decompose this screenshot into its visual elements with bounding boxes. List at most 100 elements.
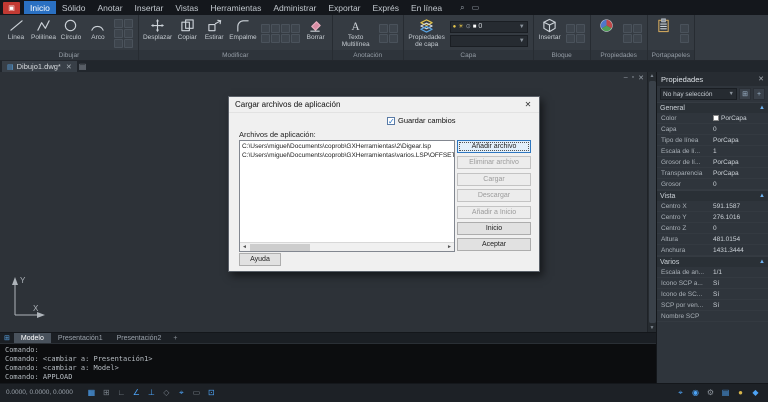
ribbon-mini-tool-icon[interactable] [270, 34, 280, 43]
property-value[interactable]: Sí [713, 280, 768, 287]
tool-arco[interactable]: Arco [85, 17, 111, 50]
menu-item-exportar[interactable]: Exportar [322, 1, 366, 14]
aceptar-button[interactable]: Aceptar [457, 238, 531, 252]
property-value[interactable]: Sí [713, 302, 768, 309]
window-icon[interactable]: ▭ [472, 3, 480, 13]
snap-icon[interactable]: ⊞ [100, 386, 113, 399]
workspace-icon[interactable]: ◉ [689, 386, 702, 399]
ribbon-mini-tool-icon[interactable] [113, 39, 123, 48]
property-value[interactable]: PorCapa [713, 159, 768, 166]
scroll-down-icon[interactable]: ▼ [650, 325, 655, 331]
tool-linea[interactable]: Línea [3, 17, 29, 50]
document-tab[interactable]: ▤ Dibujo1.dwg* ✕ [2, 61, 77, 72]
scrollbar-thumb[interactable] [250, 243, 310, 251]
file-list-horizontal-scrollbar[interactable]: ◄ ► [240, 242, 454, 251]
property-value[interactable]: PorCapa [713, 137, 768, 144]
tool-polilinea[interactable]: Polilínea [30, 17, 57, 50]
ribbon-mini-tool-icon[interactable] [113, 19, 123, 28]
isolate-objects-icon[interactable]: ● [734, 386, 747, 399]
menu-item-vistas[interactable]: Vistas [169, 1, 204, 14]
section-collapse-icon[interactable]: ▲ [759, 193, 765, 199]
save-changes-checkbox[interactable]: ✓ [387, 116, 395, 125]
ribbon-mini-tool-icon[interactable] [123, 29, 133, 38]
tool-insertar[interactable]: Insertar [537, 17, 563, 50]
ribbon-mini-tool-icon[interactable] [622, 34, 632, 43]
scrollbar-thumb[interactable] [648, 81, 656, 323]
restore-icon[interactable]: ▫ [632, 74, 634, 82]
ribbon-mini-tool-icon[interactable] [388, 34, 398, 43]
new-document-tab-icon[interactable]: ▤ [79, 62, 87, 71]
ribbon-mini-tool-icon[interactable] [378, 24, 388, 33]
ribbon-mini-tool-icon[interactable] [632, 34, 642, 43]
menu-item-exprés[interactable]: Exprés [367, 1, 405, 14]
ribbon-mini-tool-icon[interactable] [290, 24, 300, 33]
ribbon-mini-tool-icon[interactable] [575, 24, 585, 33]
tool-copiar[interactable]: Copiar [174, 17, 200, 50]
tool-propiedades-de-capa[interactable]: Propiedades de capa [407, 17, 447, 50]
layout-tab-presentación2[interactable]: Presentación2 [110, 333, 169, 344]
menu-item-en-línea[interactable]: En línea [405, 1, 448, 14]
ribbon-mini-tool-icon[interactable] [280, 24, 290, 33]
ribbon-mini-tool-icon[interactable] [260, 34, 270, 43]
ribbon-mini-tool-icon[interactable] [280, 34, 290, 43]
property-value[interactable]: 0 [713, 126, 768, 133]
help-button[interactable]: Ayuda [239, 253, 281, 266]
añadir-archivo-button[interactable]: Añadir archivo [457, 140, 531, 153]
search-icon[interactable]: ⌕ [460, 3, 464, 13]
property-value[interactable]: 1431.3444 [713, 247, 768, 254]
app-logo-icon[interactable]: ▣ [3, 1, 20, 14]
selection-dropdown[interactable]: No hay selección ▼ [660, 88, 737, 100]
property-value[interactable]: PorCapa [713, 115, 768, 122]
ribbon-mini-tool-icon[interactable] [565, 34, 575, 43]
clean-screen-icon[interactable]: ◆ [749, 386, 762, 399]
menu-item-insertar[interactable]: Insertar [129, 1, 170, 14]
ribbon-mini-tool-icon[interactable] [622, 24, 632, 33]
tool-propiedades-objeto[interactable] [594, 17, 620, 50]
quick-select-icon[interactable]: + [753, 88, 765, 100]
command-line-history[interactable]: Comando: Comando: <cambiar a: Presentació… [0, 343, 656, 383]
otrack-icon[interactable]: ◇ [160, 386, 173, 399]
polar-icon[interactable]: ∠ [130, 386, 143, 399]
toggle-value-icon[interactable]: ⊞ [739, 88, 751, 100]
tool-circulo[interactable]: Círculo [58, 17, 84, 50]
menu-item-inicio[interactable]: Inicio [24, 1, 56, 14]
menu-item-herramientas[interactable]: Herramientas [204, 1, 267, 14]
scroll-up-icon[interactable]: ▲ [650, 73, 655, 79]
ribbon-mini-tool-icon[interactable] [565, 24, 575, 33]
osnap-icon[interactable]: ⊥ [145, 386, 158, 399]
dialog-close-icon[interactable]: ✕ [517, 97, 539, 112]
tool-texto-multilinea[interactable]: A Texto Multilínea [336, 17, 376, 50]
properties-section-varios[interactable]: Varios ▲ [657, 256, 768, 267]
layout-tab-presentación1[interactable]: Presentación1 [51, 333, 110, 344]
ribbon-mini-tool-icon[interactable] [123, 19, 133, 28]
transparency-icon[interactable]: ⊡ [205, 386, 218, 399]
property-value[interactable]: 1 [713, 148, 768, 155]
ribbon-mini-tool-icon[interactable] [378, 34, 388, 43]
menu-item-anotar[interactable]: Anotar [91, 1, 128, 14]
dyn-input-icon[interactable]: ⌖ [175, 386, 188, 399]
tool-borrar[interactable]: Borrar [303, 17, 329, 50]
layer-dropdown[interactable]: ● ☀ ⊙ ■ 0 ▼ [449, 20, 528, 33]
ribbon-mini-tool-icon[interactable] [113, 29, 123, 38]
lineweight-icon[interactable]: ▭ [190, 386, 203, 399]
tool-empalme[interactable]: Empalme [228, 17, 257, 50]
ribbon-mini-tool-icon[interactable] [575, 34, 585, 43]
new-layout-icon[interactable]: + [168, 335, 182, 342]
menu-item-sólido[interactable]: Sólido [56, 1, 92, 14]
property-value[interactable]: 0 [713, 181, 768, 188]
property-value[interactable]: 0 [713, 225, 768, 232]
layout-tab-modelo[interactable]: Modelo [13, 332, 51, 344]
inicio-button[interactable]: Inicio [457, 221, 531, 235]
layout-grid-icon[interactable]: ⊞ [0, 334, 14, 342]
dialog-titlebar[interactable]: Cargar archivos de aplicación ✕ [229, 97, 539, 113]
property-value[interactable]: 1/1 [713, 269, 768, 276]
ribbon-mini-tool-icon[interactable] [679, 34, 689, 43]
ribbon-mini-tool-icon[interactable] [123, 39, 133, 48]
properties-close-icon[interactable]: ✕ [758, 75, 764, 83]
minimize-icon[interactable]: – [624, 74, 628, 82]
property-value[interactable]: 276.1016 [713, 214, 768, 221]
scroll-left-icon[interactable]: ◄ [240, 243, 249, 252]
properties-section-general[interactable]: General ▲ [657, 102, 768, 113]
file-list-item[interactable]: C:\Users\miguel\Documents\coprob\GXHerra… [242, 142, 452, 151]
ribbon-mini-tool-icon[interactable] [290, 34, 300, 43]
